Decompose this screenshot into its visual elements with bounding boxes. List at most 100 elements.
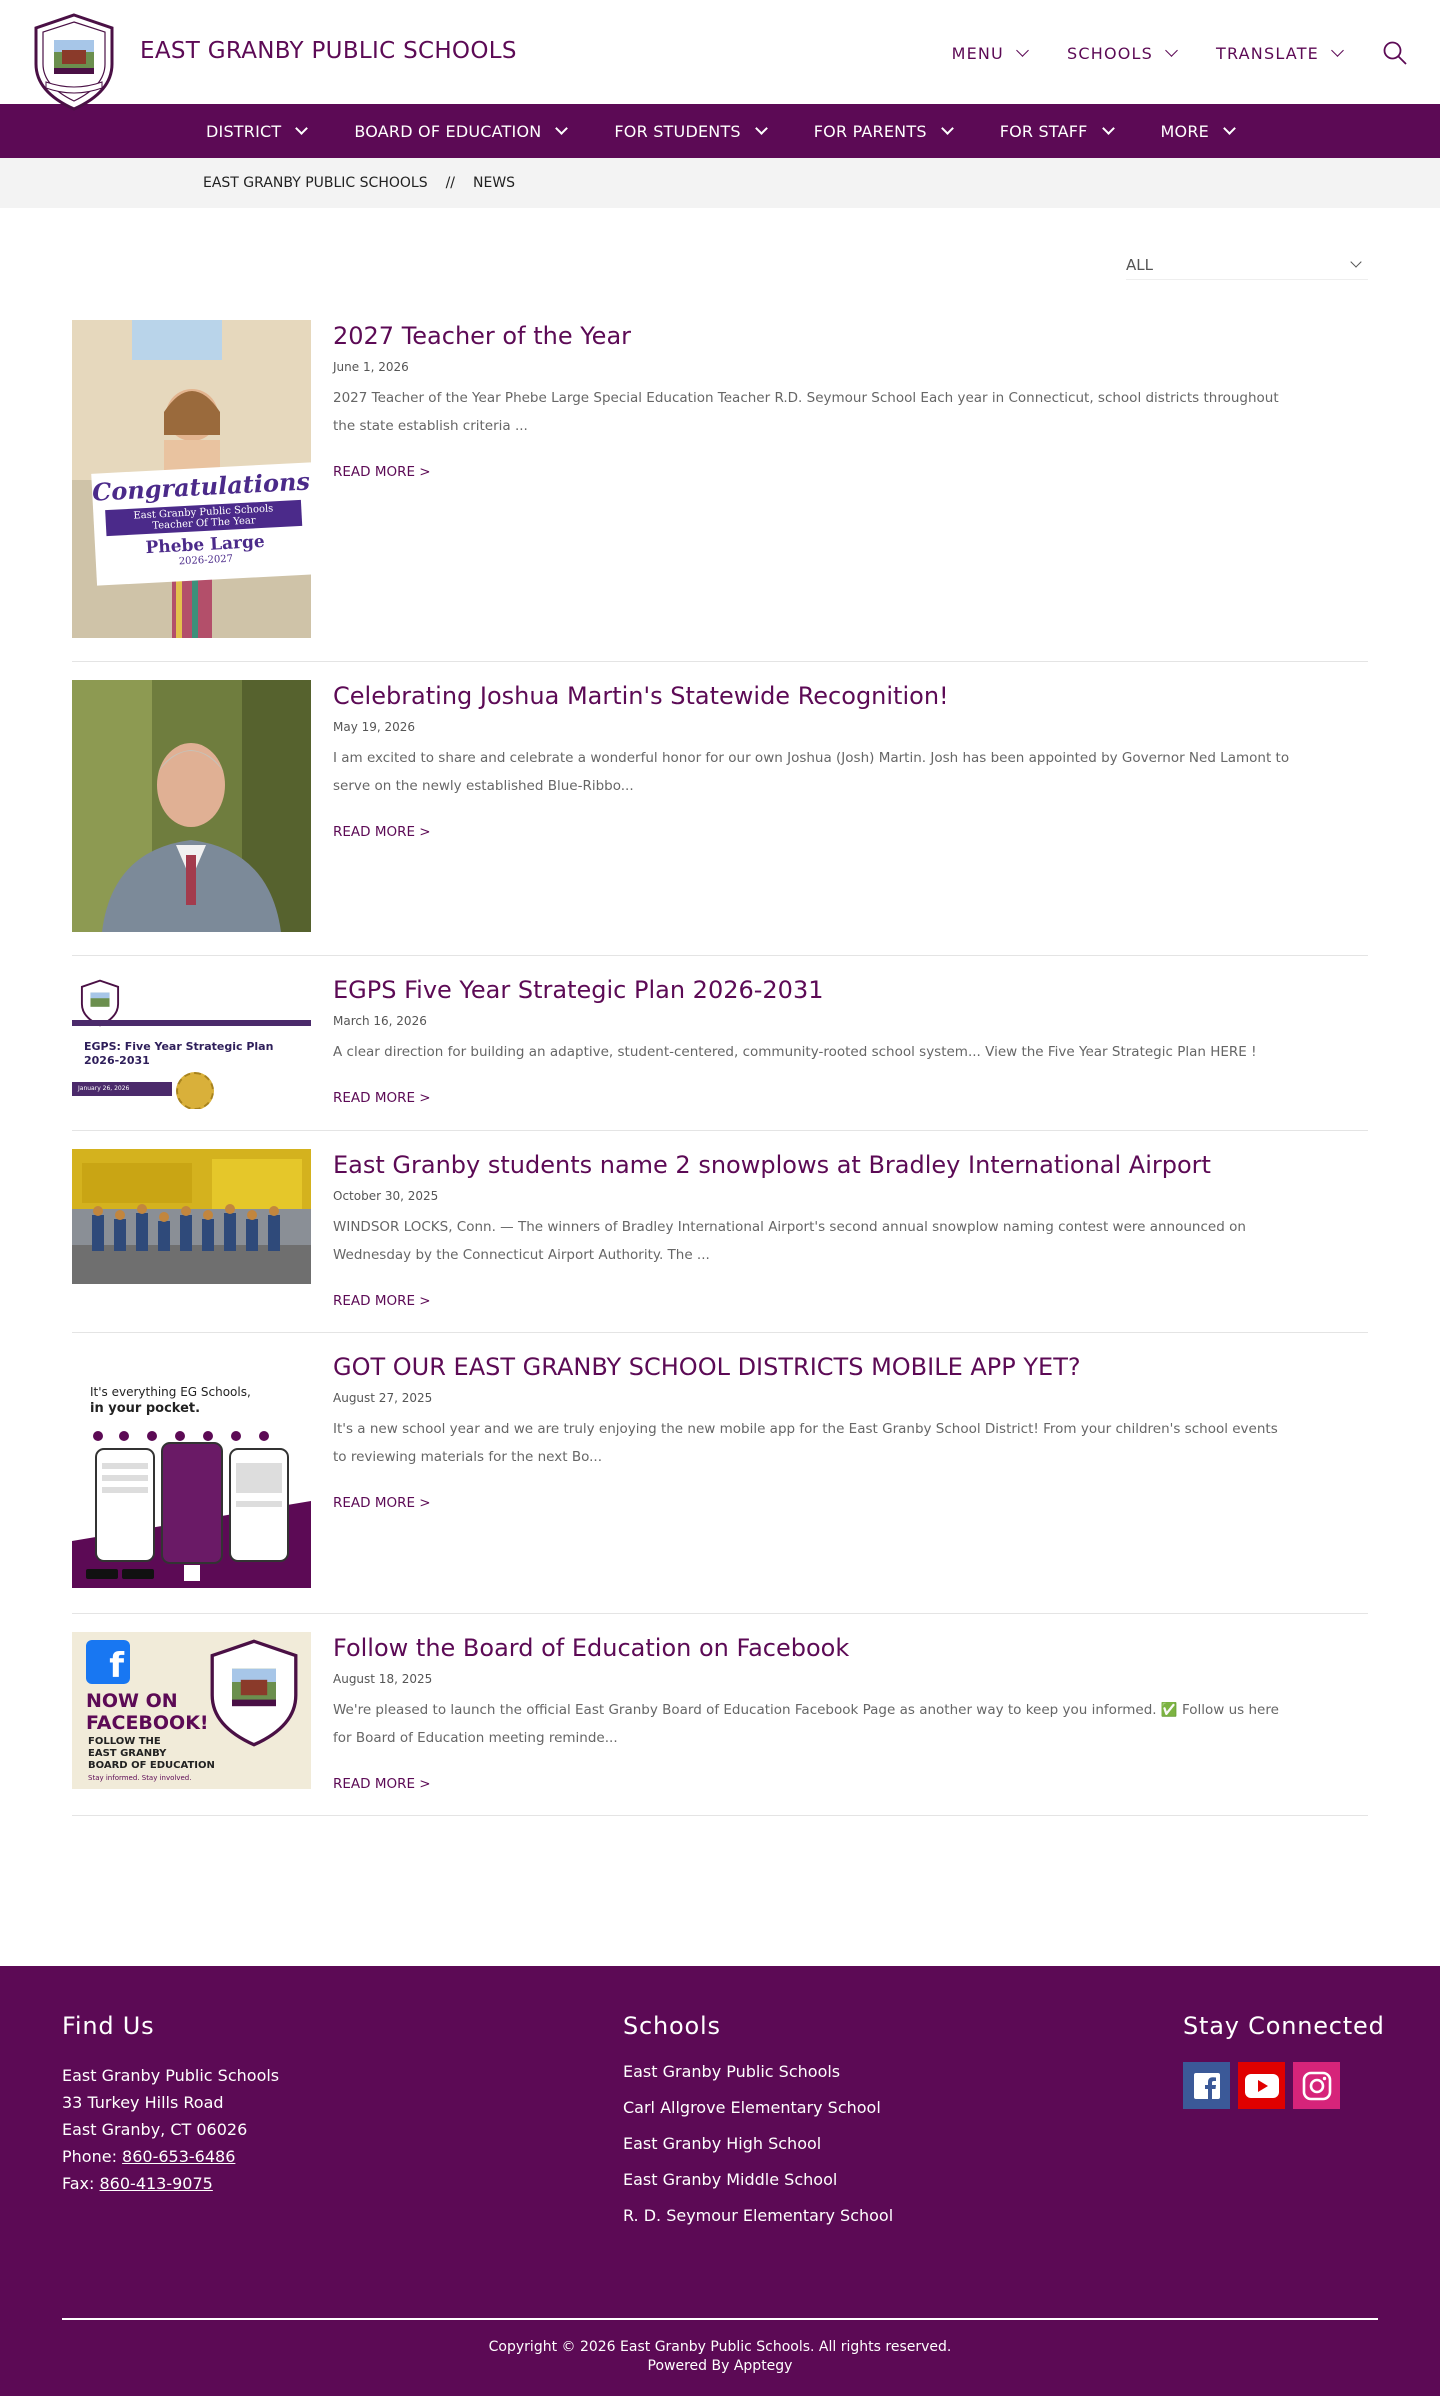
footer-school-link[interactable]: East Granby Public Schools: [623, 2062, 893, 2081]
news-title[interactable]: EGPS Five Year Strategic Plan 2026-2031: [333, 976, 1303, 1004]
top-utility-nav: MENU SCHOOLS TRANSLATE: [912, 40, 1408, 66]
news-item: Congratulations! East Granby Public Scho…: [72, 320, 1368, 662]
chevron-down-icon: [1331, 43, 1344, 57]
instagram-icon[interactable]: [1293, 2062, 1340, 2109]
news-thumbnail[interactable]: [72, 680, 311, 932]
read-more-link[interactable]: READ MORE >: [333, 1495, 431, 1511]
youtube-icon[interactable]: [1238, 2062, 1285, 2109]
footer-school-link[interactable]: Carl Allgrove Elementary School: [623, 2098, 893, 2117]
footer-school-link[interactable]: R. D. Seymour Elementary School: [623, 2206, 893, 2225]
chevron-down-icon: [1350, 255, 1362, 268]
facebook-logo-icon: f: [86, 1640, 130, 1686]
news-title[interactable]: Celebrating Joshua Martin's Statewide Re…: [333, 682, 1303, 710]
powered-by-link[interactable]: Powered By Apptegy: [0, 2357, 1440, 2376]
news-thumbnail[interactable]: Congratulations! East Granby Public Scho…: [72, 320, 311, 638]
nav-for-students[interactable]: FOR STUDENTS: [614, 122, 768, 141]
mobile-app-graphic: [72, 1431, 311, 1588]
footer-street: 33 Turkey Hills Road: [62, 2093, 224, 2112]
site-title[interactable]: EAST GRANBY PUBLIC SCHOOLS: [140, 38, 517, 64]
news-title[interactable]: 2027 Teacher of the Year: [333, 322, 1303, 350]
graphic-text: EAST GRANBY: [88, 1748, 167, 1759]
graphic-text: Stay informed. Stay involved.: [88, 1774, 192, 1782]
news-thumbnail[interactable]: f NOW ON FACEBOOK! FOLLOW THE EAST GRANB…: [72, 1632, 311, 1789]
news-title[interactable]: GOT OUR EAST GRANBY SCHOOL DISTRICTS MOB…: [333, 1353, 1303, 1381]
filter-selected-value: ALL: [1126, 255, 1153, 274]
district-crest-icon: [210, 1639, 298, 1747]
news-excerpt: 2027 Teacher of the Year Phebe Large Spe…: [333, 390, 1279, 434]
news-item: f NOW ON FACEBOOK! FOLLOW THE EAST GRANB…: [72, 1614, 1368, 1816]
read-more-link[interactable]: READ MORE >: [333, 1776, 431, 1792]
read-more-link[interactable]: READ MORE >: [333, 1090, 431, 1106]
graphic-text: EGPS: Five Year Strategic Plan: [84, 1040, 274, 1053]
nav-more[interactable]: MORE: [1161, 122, 1236, 141]
nav-for-parents[interactable]: FOR PARENTS: [813, 121, 954, 141]
footer-school-link[interactable]: East Granby Middle School: [623, 2170, 893, 2189]
phone-link[interactable]: 860-653-6486: [122, 2147, 235, 2166]
main-navigation: DISTRICT BOARD OF EDUCATION FOR STUDENTS…: [0, 104, 1440, 158]
footer-heading: Stay Connected: [1183, 2012, 1385, 2040]
news-date: June 1, 2026: [333, 360, 409, 374]
news-excerpt: WINDSOR LOCKS, Conn. — The winners of Br…: [333, 1219, 1246, 1263]
news-date: March 16, 2026: [333, 1014, 427, 1028]
news-excerpt: It's a new school year and we are truly …: [333, 1421, 1278, 1465]
news-item: EGPS: Five Year Strategic Plan 2026-2031…: [72, 956, 1368, 1131]
social-links: [1183, 2062, 1385, 2109]
phone-label: Phone:: [62, 2147, 117, 2166]
nav-district[interactable]: DISTRICT: [206, 122, 309, 141]
news-thumbnail[interactable]: It's everything EG Schools, in your pock…: [72, 1351, 311, 1588]
search-icon[interactable]: [1382, 40, 1408, 66]
menu-dropdown[interactable]: MENU: [952, 43, 1029, 63]
footer-heading: Schools: [623, 2012, 721, 2040]
read-more-link[interactable]: READ MORE >: [333, 824, 431, 840]
footer-school-link[interactable]: East Granby High School: [623, 2134, 893, 2153]
breadcrumb: EAST GRANBY PUBLIC SCHOOLS // NEWS: [0, 158, 1440, 208]
schools-dropdown[interactable]: SCHOOLS: [1066, 43, 1178, 63]
nav-label: FOR PARENTS: [813, 121, 927, 141]
nav-board-of-education[interactable]: BOARD OF EDUCATION: [354, 121, 569, 141]
footer-divider: [62, 2318, 1378, 2320]
news-content: Follow the Board of Education on Faceboo…: [333, 1632, 1303, 1815]
footer-heading: Find Us: [62, 2012, 155, 2040]
graphic-text: NOW ON: [86, 1690, 178, 1712]
read-more-link[interactable]: READ MORE >: [333, 1293, 431, 1309]
schools-label: SCHOOLS: [1066, 43, 1154, 63]
footer-bottom: Copyright © 2026 East Granby Public Scho…: [0, 2338, 1440, 2376]
graphic-text: January 26, 2026: [72, 1082, 172, 1096]
nav-for-staff[interactable]: FOR STAFF: [1000, 121, 1115, 141]
site-footer: Find Us East Granby Public Schools 33 Tu…: [0, 1966, 1440, 2396]
chevron-down-icon: [555, 121, 569, 135]
news-item: It's everything EG Schools, in your pock…: [72, 1333, 1368, 1614]
news-thumbnail[interactable]: [72, 1149, 311, 1284]
fax-link[interactable]: 860-413-9075: [100, 2174, 213, 2193]
news-title[interactable]: Follow the Board of Education on Faceboo…: [333, 1634, 1303, 1662]
read-more-link[interactable]: READ MORE >: [333, 464, 431, 480]
news-thumbnail[interactable]: EGPS: Five Year Strategic Plan 2026-2031…: [72, 974, 311, 1109]
news-content: GOT OUR EAST GRANBY SCHOOL DISTRICTS MOB…: [333, 1351, 1303, 1613]
news-date: August 27, 2025: [333, 1391, 433, 1405]
congratulations-banner: Congratulations! East Granby Public Scho…: [91, 462, 311, 586]
news-item: Celebrating Joshua Martin's Statewide Re…: [72, 662, 1368, 956]
chevron-down-icon: [1016, 43, 1029, 57]
news-excerpt: A clear direction for building an adapti…: [333, 1044, 1257, 1060]
graphic-text: 2026-2031: [84, 1054, 150, 1067]
news-list: Congratulations! East Granby Public Scho…: [72, 320, 1368, 1816]
fax-label: Fax:: [62, 2174, 95, 2193]
graphic-text: FACEBOOK!: [86, 1712, 209, 1734]
chevron-down-icon: [1101, 121, 1115, 135]
footer-stay-connected: Stay Connected: [1183, 2012, 1385, 2109]
breadcrumb-home[interactable]: EAST GRANBY PUBLIC SCHOOLS: [203, 175, 428, 191]
translate-label: TRANSLATE: [1216, 43, 1319, 63]
graphic-text: BOARD OF EDUCATION: [88, 1760, 215, 1771]
chevron-down-icon: [940, 121, 954, 135]
translate-dropdown[interactable]: TRANSLATE: [1216, 43, 1344, 63]
news-content: Celebrating Joshua Martin's Statewide Re…: [333, 680, 1303, 955]
news-title[interactable]: East Granby students name 2 snowplows at…: [333, 1151, 1303, 1179]
district-crest-logo[interactable]: [32, 12, 116, 112]
nav-label: BOARD OF EDUCATION: [354, 121, 542, 141]
news-date: October 30, 2025: [333, 1189, 439, 1203]
news-content: East Granby students name 2 snowplows at…: [333, 1149, 1303, 1332]
site-header: EAST GRANBY PUBLIC SCHOOLS MENU SCHOOLS …: [0, 0, 1440, 111]
category-filter-select[interactable]: ALL: [1126, 250, 1368, 280]
facebook-icon[interactable]: [1183, 2062, 1230, 2109]
graphic-text: FOLLOW THE: [88, 1736, 161, 1747]
